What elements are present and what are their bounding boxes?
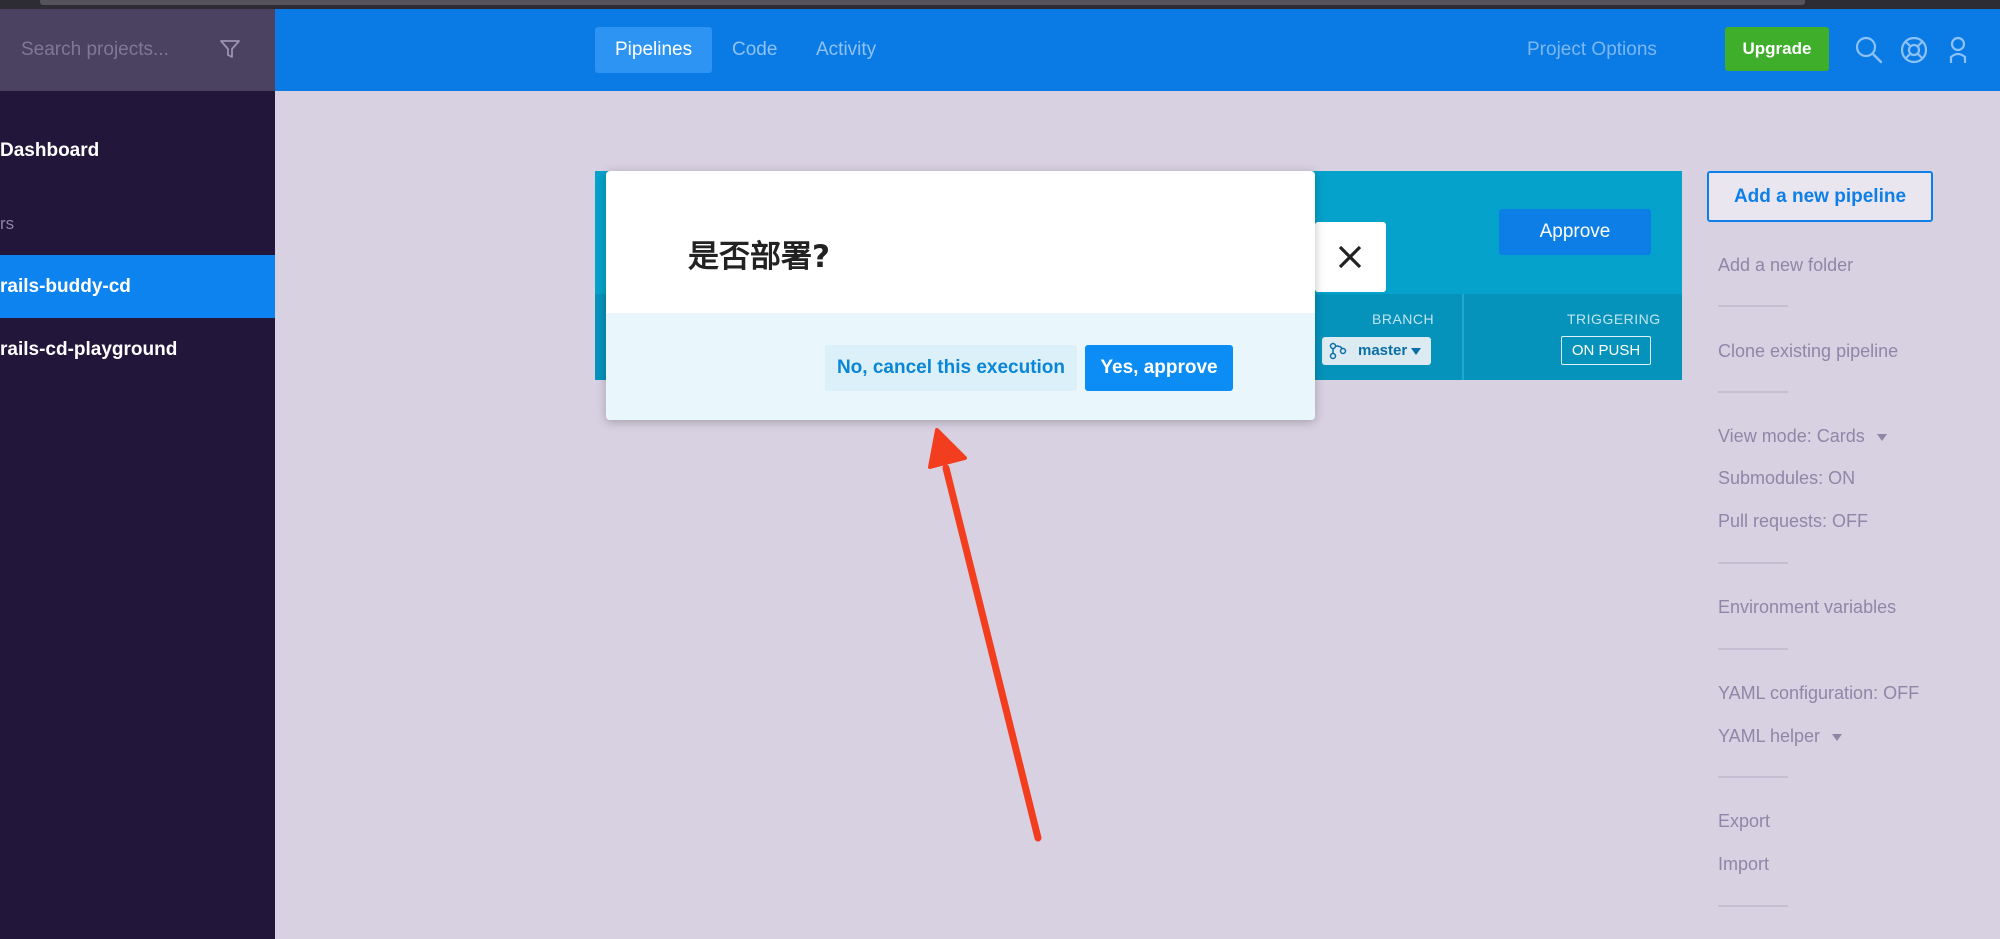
- triggering-badge: ON PUSH: [1561, 336, 1651, 365]
- dialog-footer: No, cancel this execution Yes, approve: [606, 313, 1315, 420]
- branch-label: BRANCH: [1372, 311, 1435, 327]
- sidebar-item-rails-buddy-cd[interactable]: rails-buddy-cd: [0, 255, 275, 318]
- tab-activity[interactable]: Activity: [796, 27, 896, 73]
- annotation-arrow: [928, 428, 1042, 842]
- sidebar-item-rails-cd-playground[interactable]: rails-cd-playground: [0, 318, 275, 381]
- pull-requests-toggle[interactable]: Pull requests: OFF: [1718, 511, 1868, 532]
- tab-pipelines[interactable]: Pipelines: [595, 27, 713, 73]
- project-search-input[interactable]: Search projects...: [21, 39, 169, 61]
- confirm-dialog: 是否部署? No, cancel this execution Yes, app…: [606, 171, 1315, 420]
- project-search-box[interactable]: Search projects...: [0, 9, 275, 91]
- view-mode-dropdown[interactable]: View mode: Cards: [1718, 426, 1887, 447]
- branch-icon: [1329, 342, 1347, 360]
- dialog-title: 是否部署?: [688, 239, 830, 275]
- cancel-execution-button[interactable]: No, cancel this execution: [825, 345, 1077, 391]
- search-icon[interactable]: [1854, 35, 1884, 65]
- yaml-helper-label: YAML helper: [1718, 726, 1821, 746]
- export-link[interactable]: Export: [1718, 811, 1770, 832]
- menu-divider: [1718, 562, 1788, 564]
- close-button[interactable]: [1315, 222, 1386, 292]
- help-lifebuoy-icon[interactable]: [1899, 35, 1929, 65]
- menu-divider: [1718, 648, 1788, 650]
- browser-top-strip-bar: [40, 0, 1805, 5]
- chevron-down-icon: [1876, 433, 1887, 441]
- pipeline-card-divider: [1462, 294, 1464, 380]
- yaml-helper-dropdown[interactable]: YAML helper: [1718, 726, 1843, 747]
- sidebar: Search projects... Dashboard rs rails-bu…: [0, 9, 275, 939]
- branch-name: master: [1358, 342, 1408, 359]
- user-icon[interactable]: [1943, 35, 1973, 65]
- environment-variables-link[interactable]: Environment variables: [1718, 597, 1896, 618]
- triggering-label: TRIGGERING: [1567, 311, 1661, 327]
- chevron-down-icon: [1411, 348, 1421, 355]
- branch-selector[interactable]: master: [1322, 337, 1431, 365]
- view-mode-label: View mode: Cards: [1718, 426, 1865, 446]
- menu-divider: [1718, 391, 1788, 393]
- menu-divider: [1718, 905, 1788, 907]
- project-options-link[interactable]: Project Options: [1527, 39, 1657, 61]
- yaml-configuration-toggle[interactable]: YAML configuration: OFF: [1718, 683, 1919, 704]
- clone-pipeline-link[interactable]: Clone existing pipeline: [1718, 341, 1898, 362]
- sidebar-section-label: rs: [0, 214, 15, 233]
- import-link[interactable]: Import: [1718, 854, 1769, 875]
- filter-icon[interactable]: [218, 37, 242, 61]
- add-folder-link[interactable]: Add a new folder: [1718, 255, 1853, 276]
- submodules-toggle[interactable]: Submodules: ON: [1718, 468, 1855, 489]
- approve-button[interactable]: Approve: [1499, 209, 1651, 255]
- close-icon: [1338, 245, 1362, 269]
- browser-top-strip: [0, 0, 2000, 9]
- menu-divider: [1718, 776, 1788, 778]
- upgrade-button[interactable]: Upgrade: [1725, 27, 1829, 71]
- sidebar-item-dashboard[interactable]: Dashboard: [0, 140, 99, 162]
- add-pipeline-button[interactable]: Add a new pipeline: [1707, 171, 1933, 222]
- chevron-down-icon: [1832, 733, 1843, 741]
- approve-confirm-button[interactable]: Yes, approve: [1085, 345, 1233, 391]
- top-navigation-bar: Pipelines Code Activity Project Options …: [275, 9, 2000, 91]
- tab-code[interactable]: Code: [712, 27, 797, 73]
- menu-divider: [1718, 305, 1788, 307]
